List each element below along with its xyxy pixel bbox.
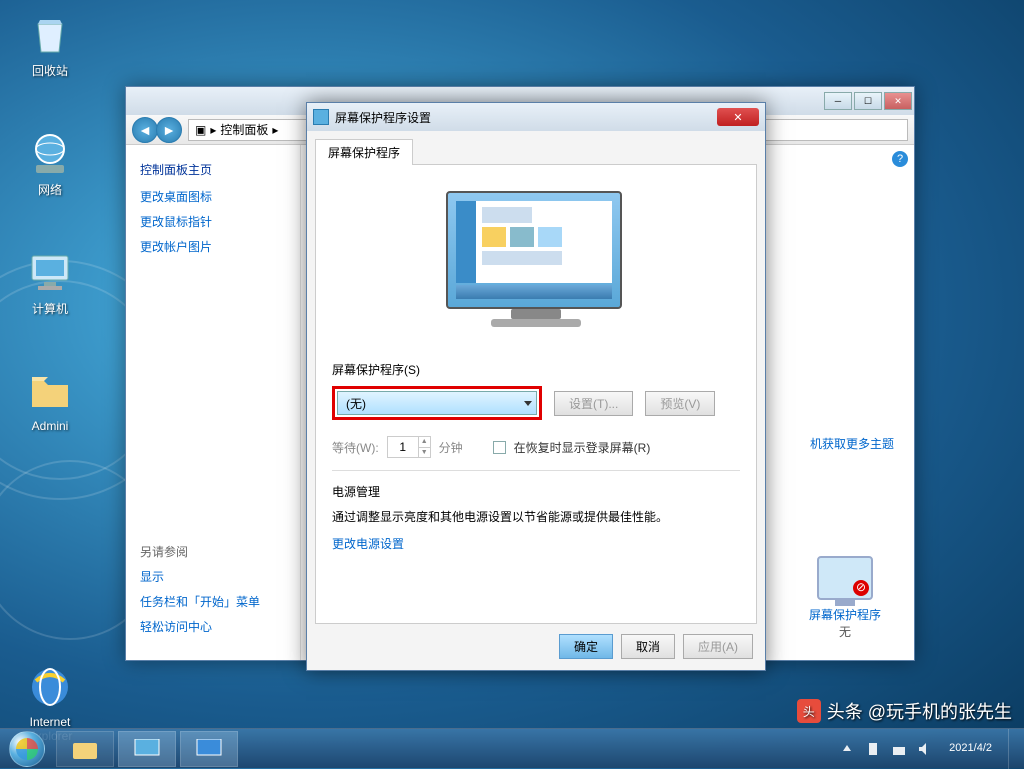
taskbar-item-screensaver[interactable]	[180, 731, 238, 767]
see-also-header: 另请参阅	[140, 543, 286, 560]
close-button[interactable]: ✕	[884, 92, 912, 110]
tab-screen-saver[interactable]: 屏幕保护程序	[315, 139, 413, 165]
dialog-title: 屏幕保护程序设置	[335, 109, 431, 126]
dialog-close-button[interactable]: ✕	[717, 108, 759, 126]
cancel-button[interactable]: 取消	[621, 634, 675, 659]
change-desktop-icons-link[interactable]: 更改桌面图标	[140, 188, 286, 205]
ok-button[interactable]: 确定	[559, 634, 613, 659]
folder-icon	[73, 739, 97, 759]
cp-home-link[interactable]: 控制面板主页	[140, 161, 286, 178]
minimize-button[interactable]: ─	[824, 92, 852, 110]
spinner-up[interactable]: ▲	[418, 437, 430, 448]
get-more-themes-link[interactable]: 机获取更多主题	[810, 435, 894, 452]
chevron-down-icon	[524, 401, 532, 406]
dialog-titlebar[interactable]: 屏幕保护程序设置 ✕	[307, 103, 765, 131]
cp-sidebar: 控制面板主页 更改桌面图标 更改鼠标指针 更改帐户图片 另请参阅 显示 任务栏和…	[126, 145, 301, 660]
screensaver-dropdown[interactable]: (无)	[337, 391, 537, 415]
screen-saver-dialog: 屏幕保护程序设置 ✕ 屏幕保护程序 屏幕保护程序(S)	[306, 102, 766, 671]
change-power-link[interactable]: 更改电源设置	[332, 535, 740, 552]
taskbar-item-explorer[interactable]	[56, 731, 114, 767]
clock[interactable]: 2021/4/2	[943, 741, 998, 755]
dialog-content: 屏幕保护程序(S) (无) 设置(T)... 预览(V) 等待(W): ▲ ▼ …	[315, 164, 757, 624]
computer-label: 计算机	[32, 300, 68, 317]
apply-button[interactable]: 应用(A)	[683, 634, 753, 659]
maximize-button[interactable]: ☐	[854, 92, 882, 110]
change-account-pic-link[interactable]: 更改帐户图片	[140, 238, 286, 255]
show-desktop-button[interactable]	[1008, 729, 1020, 769]
taskbar-item-personalization[interactable]	[118, 731, 176, 767]
user-folder-label: Admini	[32, 419, 69, 433]
ssaver-status: 无	[790, 623, 900, 640]
wait-input[interactable]	[388, 437, 418, 457]
screensaver-icon	[195, 739, 223, 759]
forward-button[interactable]: ►	[156, 117, 182, 143]
network-tray-icon[interactable]	[891, 741, 907, 757]
screensaver-section-label: 屏幕保护程序(S)	[332, 361, 740, 378]
display-link[interactable]: 显示	[140, 568, 286, 585]
recycle-bin-icon[interactable]: 回收站	[10, 10, 90, 79]
taskbar: 2021/4/2	[0, 728, 1024, 768]
start-button[interactable]	[0, 729, 54, 769]
settings-button[interactable]: 设置(T)...	[554, 391, 633, 416]
wait-unit: 分钟	[439, 439, 463, 456]
power-desc: 通过调整显示亮度和其他电源设置以节省能源或提供最佳性能。	[332, 508, 740, 525]
help-icon[interactable]: ?	[892, 151, 908, 167]
resume-label: 在恢复时显示登录屏幕(R)	[514, 439, 651, 456]
volume-icon[interactable]	[917, 741, 933, 757]
desktop-icons: 回收站 网络 计算机 Admini Internet Explorer	[10, 10, 90, 743]
highlight-annotation: (无)	[332, 386, 542, 420]
breadcrumb-icon: ▣	[195, 123, 206, 137]
monitor-preview	[446, 191, 626, 341]
change-mouse-link[interactable]: 更改鼠标指针	[140, 213, 286, 230]
spinner-down[interactable]: ▼	[418, 448, 430, 458]
back-button[interactable]: ◄	[132, 117, 158, 143]
system-tray: 2021/4/2	[835, 729, 1024, 769]
resume-checkbox[interactable]	[493, 441, 506, 454]
wait-row: 等待(W): ▲ ▼ 分钟 在恢复时显示登录屏幕(R)	[332, 436, 740, 458]
power-section-label: 电源管理	[332, 483, 740, 500]
wait-label: 等待(W):	[332, 439, 379, 456]
toutiao-logo-icon: 头	[797, 699, 821, 723]
dialog-icon	[313, 109, 329, 125]
ease-access-link[interactable]: 轻松访问中心	[140, 618, 286, 635]
preview-button[interactable]: 预览(V)	[645, 391, 715, 416]
user-folder-icon[interactable]: Admini	[10, 367, 90, 433]
action-center-icon[interactable]	[865, 741, 881, 757]
tray-up-icon[interactable]	[839, 741, 855, 757]
wait-spinner[interactable]: ▲ ▼	[387, 436, 431, 458]
screen-saver-category[interactable]: ⊘ 屏幕保护程序 无	[790, 556, 900, 640]
recycle-bin-label: 回收站	[32, 62, 68, 79]
monitor-icon	[133, 739, 161, 759]
network-label: 网络	[38, 181, 62, 198]
network-icon[interactable]: 网络	[10, 129, 90, 198]
watermark: 头 头条 @玩手机的张先生	[797, 698, 1012, 724]
computer-icon[interactable]: 计算机	[10, 248, 90, 317]
taskbar-link[interactable]: 任务栏和「开始」菜单	[140, 593, 286, 610]
ssaver-title: 屏幕保护程序	[790, 606, 900, 623]
